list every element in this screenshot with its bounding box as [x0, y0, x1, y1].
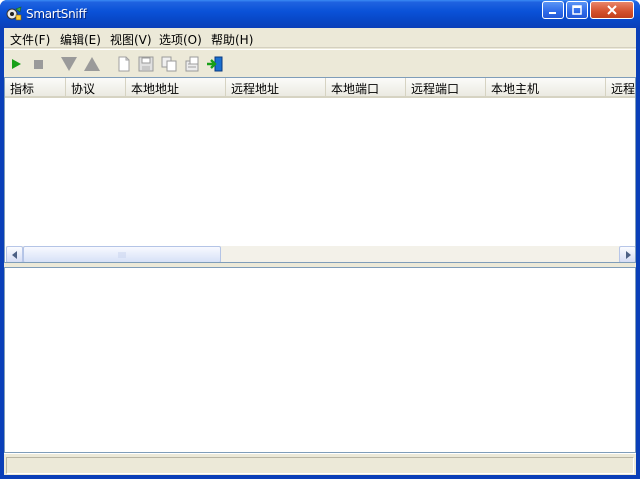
app-icon [6, 6, 22, 22]
save-icon [138, 56, 154, 72]
arrow-up-icon [84, 57, 100, 71]
menu-file[interactable]: 文件(F) [7, 30, 53, 49]
column-header-local-address[interactable]: 本地地址 [126, 78, 226, 97]
menu-view[interactable]: 视图(V) [107, 30, 155, 49]
scroll-right-button[interactable] [619, 246, 635, 262]
column-header-local-host[interactable]: 本地主机 [486, 78, 606, 97]
exit-button[interactable] [205, 54, 225, 74]
scroll-thumb[interactable] [23, 246, 221, 262]
stop-capture-button[interactable] [28, 54, 48, 74]
stop-icon [34, 60, 43, 69]
play-icon [12, 59, 21, 69]
window-title: SmartSniff [26, 7, 87, 21]
packet-detail-pane[interactable] [4, 267, 636, 453]
maximize-button[interactable] [566, 1, 588, 19]
arrow-down-icon [61, 57, 77, 71]
horizontal-scrollbar[interactable] [6, 246, 635, 262]
title-bar[interactable]: SmartSniff [0, 0, 640, 28]
client-area: 文件(F) 编辑(E) 视图(V) 选项(O) 帮助(H) 指标 协议 本地地址… [4, 28, 636, 475]
status-text [6, 457, 634, 474]
next-button[interactable] [59, 54, 79, 74]
packet-list[interactable]: 指标 协议 本地地址 远程地址 本地端口 远程端口 本地主机 远程 [4, 77, 636, 263]
column-header-local-port[interactable]: 本地端口 [326, 78, 406, 97]
column-header-remote-port[interactable]: 远程端口 [406, 78, 486, 97]
chevron-right-icon [625, 250, 631, 259]
column-header-index[interactable]: 指标 [5, 78, 66, 97]
previous-button[interactable] [82, 54, 102, 74]
save-button[interactable] [136, 54, 156, 74]
menu-help[interactable]: 帮助(H) [208, 30, 256, 49]
menu-bar: 文件(F) 编辑(E) 视图(V) 选项(O) 帮助(H) [4, 28, 636, 48]
copy-button[interactable] [159, 54, 179, 74]
column-header-protocol[interactable]: 协议 [66, 78, 126, 97]
exit-icon [207, 56, 223, 72]
minimize-icon [549, 12, 556, 14]
chevron-left-icon [11, 250, 17, 259]
column-header-row: 指标 协议 本地地址 远程地址 本地端口 远程端口 本地主机 远程 [5, 78, 635, 98]
start-capture-button[interactable] [6, 54, 26, 74]
copy-icon [161, 56, 177, 72]
properties-icon [185, 56, 199, 72]
minimize-button[interactable] [542, 1, 564, 19]
new-button[interactable] [114, 54, 134, 74]
menu-options[interactable]: 选项(O) [156, 30, 205, 49]
new-document-icon [118, 56, 130, 72]
maximize-icon [572, 5, 582, 15]
menu-edit[interactable]: 编辑(E) [57, 30, 104, 49]
close-icon [607, 5, 617, 15]
column-header-remote-host[interactable]: 远程 [606, 78, 635, 97]
app-window: SmartSniff 文件(F) 编辑(E) 视图(V) 选项(O) 帮助(H) [0, 0, 640, 479]
grip-icon [118, 252, 126, 258]
scroll-left-button[interactable] [6, 246, 23, 262]
close-button[interactable] [590, 1, 634, 19]
toolbar [4, 49, 636, 77]
properties-button[interactable] [182, 54, 202, 74]
status-bar [4, 453, 636, 475]
column-header-remote-address[interactable]: 远程地址 [226, 78, 326, 97]
